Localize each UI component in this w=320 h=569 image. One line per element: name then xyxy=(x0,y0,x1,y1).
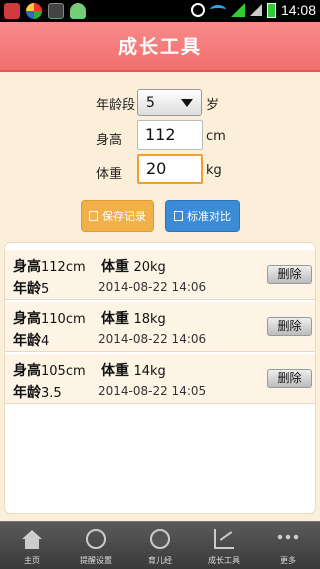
dropdown-arrow-icon xyxy=(181,99,193,107)
save-icon xyxy=(89,211,98,221)
battery-icon xyxy=(266,2,276,18)
record-age: 5 xyxy=(41,282,50,297)
delete-button[interactable]: 删除 xyxy=(267,265,312,284)
android-notification-icon xyxy=(70,3,86,19)
alarm-icon xyxy=(190,3,205,17)
weight-label: 体重 xyxy=(96,167,123,182)
age-select-value: 5 xyxy=(146,95,155,111)
title-bar: 成长工具 xyxy=(0,22,320,72)
sync-notification-icon xyxy=(26,3,42,19)
nav-item-parenting[interactable]: 育儿经 xyxy=(128,522,192,569)
age-label: 年龄段 xyxy=(96,98,136,113)
record-age-label: 年龄 xyxy=(13,281,41,297)
save-record-button[interactable]: 保存记录 xyxy=(81,200,154,232)
record-weight-label: 体重 xyxy=(101,363,129,379)
record-height: 110cm xyxy=(41,312,86,327)
record-date: 2014-08-22 14:06 xyxy=(98,280,207,294)
record-date: 2014-08-22 14:06 xyxy=(98,332,207,346)
record-weight: 14kg xyxy=(133,364,166,379)
nav-item-more[interactable]: 更多 xyxy=(256,522,320,569)
signal-secondary-icon xyxy=(249,4,262,16)
height-label: 身高 xyxy=(96,133,123,148)
record-height: 112cm xyxy=(41,260,86,275)
nav-label: 成长工具 xyxy=(208,556,240,565)
more-dots-icon xyxy=(276,534,300,540)
record-height-label: 身高 xyxy=(13,311,41,327)
age-unit: 岁 xyxy=(206,98,220,113)
nav-item-home[interactable]: 主页 xyxy=(0,522,64,569)
status-bar: 14:08 xyxy=(0,0,320,22)
system-icons: 14:08 xyxy=(190,2,316,18)
delete-button[interactable]: 删除 xyxy=(267,317,312,336)
record-age-label: 年龄 xyxy=(13,333,41,349)
notification-icons xyxy=(4,3,86,19)
record-height-label: 身高 xyxy=(13,363,41,379)
record-row: 身高112cm 体重 20kg 年龄5 2014-08-22 14:06 删除 xyxy=(5,250,315,300)
growth-chart-icon xyxy=(214,529,234,549)
record-age: 3.5 xyxy=(41,386,62,401)
home-icon xyxy=(22,530,42,539)
app-notification-icon xyxy=(4,3,20,19)
weight-input[interactable]: 20 xyxy=(137,154,203,184)
nav-label: 更多 xyxy=(280,556,296,565)
page-title: 成长工具 xyxy=(117,36,202,58)
nav-label: 提醒设置 xyxy=(80,556,112,565)
record-weight-label: 体重 xyxy=(101,259,129,275)
standard-compare-label: 标准对比 xyxy=(187,210,231,223)
record-row: 身高105cm 体重 14kg 年龄3.5 2014-08-22 14:05 删… xyxy=(5,354,315,404)
record-weight: 18kg xyxy=(133,312,166,327)
nav-item-growth-tools[interactable]: 成长工具 xyxy=(192,522,256,569)
age-select[interactable]: 5 xyxy=(137,89,202,116)
standard-compare-button[interactable]: 标准对比 xyxy=(165,200,240,232)
baby-face-icon xyxy=(150,529,170,549)
save-record-label: 保存记录 xyxy=(102,210,146,223)
record-age: 4 xyxy=(41,334,50,349)
record-weight-label: 体重 xyxy=(101,311,129,327)
alarm-clock-icon xyxy=(86,529,106,549)
record-row: 身高110cm 体重 18kg 年龄4 2014-08-22 14:06 删除 xyxy=(5,302,315,352)
height-input[interactable]: 112 xyxy=(137,120,203,150)
wifi-icon xyxy=(209,5,226,15)
nav-item-reminders[interactable]: 提醒设置 xyxy=(64,522,128,569)
nav-label: 主页 xyxy=(24,556,40,565)
nav-label: 育儿经 xyxy=(148,556,172,565)
signal-icon xyxy=(230,3,245,17)
record-date: 2014-08-22 14:05 xyxy=(98,384,207,398)
records-list: 身高112cm 体重 20kg 年龄5 2014-08-22 14:06 删除 … xyxy=(4,242,316,514)
record-weight: 20kg xyxy=(133,260,166,275)
clock: 14:08 xyxy=(280,2,316,18)
chart-icon xyxy=(174,211,183,221)
image-notification-icon xyxy=(48,3,64,19)
weight-unit: kg xyxy=(206,163,222,178)
record-height-label: 身高 xyxy=(13,259,41,275)
delete-button[interactable]: 删除 xyxy=(267,369,312,388)
record-age-label: 年龄 xyxy=(13,385,41,401)
record-height: 105cm xyxy=(41,364,86,379)
height-unit: cm xyxy=(206,129,226,144)
bottom-nav: 主页 提醒设置 育儿经 成长工具 更多 xyxy=(0,521,320,569)
